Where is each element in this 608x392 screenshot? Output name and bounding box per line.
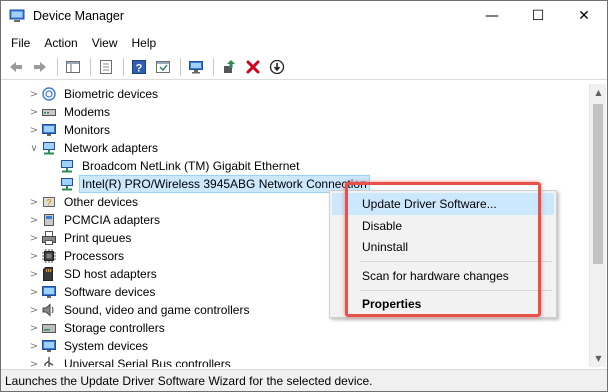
tree-item-label: Monitors	[64, 123, 111, 137]
tree-item-label: Storage controllers	[64, 321, 165, 335]
storage-icon	[41, 320, 57, 336]
tree-item-label: Network adapters	[64, 141, 159, 155]
chevron-right-icon[interactable]: >	[27, 319, 41, 337]
tree-item-label: Sound, video and game controllers	[64, 303, 250, 317]
pcmcia-icon	[41, 212, 57, 228]
toolbar-separator	[180, 57, 181, 76]
scan-hardware-icon[interactable]	[185, 56, 207, 78]
chevron-right-icon[interactable]: >	[27, 247, 41, 265]
scrollbar-thumb[interactable]	[593, 104, 603, 264]
tree-item-label: Other devices	[64, 195, 139, 209]
menu-view[interactable]: View	[86, 33, 124, 53]
network-adapter-icon	[41, 140, 57, 156]
chevron-right-icon[interactable]: >	[27, 355, 41, 368]
tree-item-software-devices[interactable]: > Software devices	[27, 283, 158, 301]
chevron-right-icon[interactable]: >	[27, 211, 41, 229]
annotation-highlight-box	[345, 182, 541, 317]
menu-help[interactable]: Help	[126, 33, 163, 53]
tree-item-sd-host-adapters[interactable]: > SD host adapters	[27, 265, 160, 283]
scroll-down-icon[interactable]: ▼	[590, 350, 607, 367]
maximize-button[interactable]: ☐	[515, 1, 561, 31]
status-text: Launches the Update Driver Software Wiza…	[5, 373, 373, 388]
menu-bar: File Action View Help	[1, 32, 607, 54]
device-manager-window: Device Manager — ☐ ✕ File Action View He…	[0, 0, 608, 392]
properties-icon[interactable]	[95, 56, 117, 78]
vertical-scrollbar[interactable]: ▲ ▼	[589, 84, 606, 367]
uninstall-icon[interactable]	[242, 56, 264, 78]
tree-item-pcmcia-adapters[interactable]: > PCMCIA adapters	[27, 211, 163, 229]
update-driver-icon[interactable]	[218, 56, 240, 78]
tree-item-label: Software devices	[64, 285, 156, 299]
tree-item-label: Broadcom NetLink (TM) Gigabit Ethernet	[82, 159, 300, 173]
device-manager-app-icon	[9, 9, 25, 23]
disable-icon[interactable]	[266, 56, 288, 78]
tree-item-system-devices[interactable]: > System devices	[27, 337, 151, 355]
chevron-right-icon[interactable]: >	[27, 301, 41, 319]
sound-icon	[41, 302, 57, 318]
network-adapter-icon	[59, 158, 75, 174]
processor-icon	[41, 248, 57, 264]
tree-item-label: SD host adapters	[64, 267, 157, 281]
printer-icon	[41, 230, 57, 246]
status-bar: Launches the Update Driver Software Wiza…	[1, 369, 607, 391]
chevron-right-icon[interactable]: >	[27, 337, 41, 355]
chevron-right-icon[interactable]: >	[27, 265, 41, 283]
tree-item-usb-controllers[interactable]: > Universal Serial Bus controllers	[27, 355, 234, 367]
biometric-icon	[41, 86, 57, 102]
chevron-right-icon[interactable]: >	[27, 193, 41, 211]
toolbar: ?	[1, 54, 607, 80]
toolbar-separator	[213, 57, 214, 76]
tree-item-label: Universal Serial Bus controllers	[64, 357, 231, 367]
tree-item-network-adapters[interactable]: ∨ Network adapters	[27, 139, 161, 157]
svg-text:?: ?	[46, 198, 52, 208]
scroll-up-icon[interactable]: ▲	[590, 84, 607, 101]
chevron-right-icon[interactable]: >	[27, 103, 41, 121]
chevron-down-icon[interactable]: ∨	[27, 139, 41, 157]
chevron-right-icon[interactable]: >	[27, 121, 41, 139]
usb-icon	[41, 356, 57, 367]
minimize-button[interactable]: —	[469, 1, 515, 31]
system-devices-icon	[41, 338, 57, 354]
tree-item-storage-controllers[interactable]: > Storage controllers	[27, 319, 168, 337]
title-bar[interactable]: Device Manager — ☐ ✕	[1, 1, 607, 31]
tree-item-processors[interactable]: > Processors	[27, 247, 127, 265]
network-adapter-icon	[59, 176, 75, 192]
tree-item-modems[interactable]: > Modems	[27, 103, 113, 121]
toolbar-separator	[90, 57, 91, 76]
tree-item-label: System devices	[64, 339, 149, 353]
other-devices-icon: ?	[41, 194, 57, 210]
window-title: Device Manager	[33, 9, 125, 23]
tree-item-broadcom-netlink[interactable]: Broadcom NetLink (TM) Gigabit Ethernet	[59, 157, 302, 175]
tree-item-intel-pro-wireless[interactable]: Intel(R) PRO/Wireless 3945ABG Network Co…	[59, 175, 370, 193]
forward-icon[interactable]	[29, 56, 51, 78]
tree-item-label: Processors	[64, 249, 125, 263]
tree-item-sound-video-game[interactable]: > Sound, video and game controllers	[27, 301, 252, 319]
tree-item-label: PCMCIA adapters	[64, 213, 161, 227]
tree-item-label: Print queues	[64, 231, 132, 245]
sd-card-icon	[41, 266, 57, 282]
tree-item-label: Biometric devices	[64, 87, 159, 101]
chevron-right-icon[interactable]: >	[27, 85, 41, 103]
close-button[interactable]: ✕	[561, 1, 607, 31]
modem-icon	[41, 104, 57, 120]
menu-action[interactable]: Action	[38, 33, 83, 53]
monitor-icon	[41, 122, 57, 138]
tree-item-label: Intel(R) PRO/Wireless 3945ABG Network Co…	[79, 175, 370, 193]
chevron-right-icon[interactable]: >	[27, 229, 41, 247]
show-action-pane-icon[interactable]	[152, 56, 174, 78]
tree-item-label: Modems	[64, 105, 111, 119]
help-icon[interactable]: ?	[128, 56, 150, 78]
chevron-right-icon[interactable]: >	[27, 283, 41, 301]
toolbar-separator	[123, 57, 124, 76]
tree-item-print-queues[interactable]: > Print queues	[27, 229, 134, 247]
tree-item-biometric-devices[interactable]: > Biometric devices	[27, 85, 161, 103]
software-device-icon	[41, 284, 57, 300]
tree-item-other-devices[interactable]: > ? Other devices	[27, 193, 141, 211]
svg-text:?: ?	[136, 62, 143, 74]
tree-item-monitors[interactable]: > Monitors	[27, 121, 113, 139]
menu-file[interactable]: File	[5, 33, 36, 53]
show-hide-console-tree-icon[interactable]	[62, 56, 84, 78]
toolbar-separator	[57, 57, 58, 76]
back-icon[interactable]	[5, 56, 27, 78]
